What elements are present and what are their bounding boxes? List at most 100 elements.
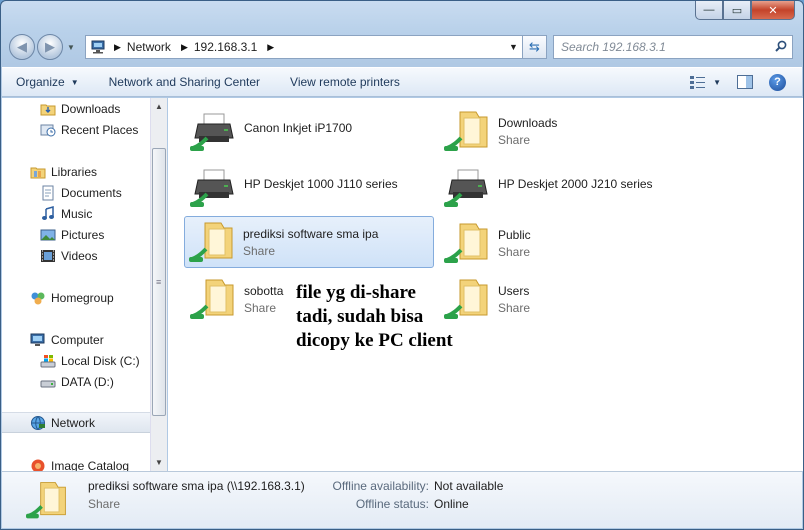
item-type: Share bbox=[498, 132, 531, 147]
item-canon-printer[interactable]: Canon Inkjet iP1700 bbox=[185, 106, 433, 156]
preview-pane-button[interactable] bbox=[737, 75, 753, 89]
breadcrumb-separator[interactable]: ▶ bbox=[181, 42, 188, 53]
offline-status-value: Online bbox=[434, 497, 469, 511]
sidebar-item-label: Network bbox=[51, 415, 96, 430]
explorer-window: — ▭ ✕ ◀ ▶ ▼ ▶ Network ▶ 192.168.3.1 ▶ ▼ … bbox=[0, 0, 804, 530]
homegroup-icon bbox=[30, 290, 46, 306]
item-users-share[interactable]: Users Share bbox=[439, 274, 687, 324]
address-dropdown[interactable]: ▼ bbox=[504, 42, 522, 52]
scroll-thumb[interactable]: ≡ bbox=[152, 148, 166, 416]
sidebar-item-music[interactable]: Music bbox=[2, 203, 150, 224]
command-bar: Organize ▼ Network and Sharing Center Vie… bbox=[2, 67, 802, 97]
image-catalog-icon bbox=[30, 458, 46, 471]
shared-folder-icon bbox=[444, 108, 492, 154]
item-text: HP Deskjet 1000 J110 series bbox=[244, 177, 398, 191]
sidebar-item-label: Local Disk (C:) bbox=[61, 353, 140, 368]
item-text: Users Share bbox=[498, 284, 530, 315]
sidebar-item-downloads[interactable]: Downloads bbox=[2, 98, 150, 119]
toolbar-right: ▼ ? bbox=[689, 73, 802, 91]
item-public-share[interactable]: Public Share bbox=[439, 218, 687, 268]
sidebar-item-label: DATA (D:) bbox=[61, 374, 114, 389]
details-item-type: Share bbox=[88, 497, 121, 511]
back-button[interactable]: ◀ bbox=[9, 34, 35, 60]
change-view-button[interactable]: ▼ bbox=[689, 75, 721, 89]
item-prediksi-share[interactable]: prediksi software sma ipa Share bbox=[184, 216, 434, 268]
sidebar-item-label: Image Catalog bbox=[51, 458, 130, 472]
sidebar-item-homegroup[interactable]: Homegroup bbox=[2, 287, 150, 308]
search-box[interactable]: Search 192.168.3.1 bbox=[553, 35, 793, 59]
sidebar-scrollbar[interactable]: ▲ ≡ ▼ bbox=[150, 98, 167, 471]
item-type: Share bbox=[243, 243, 276, 258]
item-text: Public Share bbox=[498, 228, 531, 259]
offline-status-label: Offline status: bbox=[355, 497, 429, 511]
search-icon[interactable] bbox=[770, 40, 792, 55]
item-name: HP Deskjet 1000 J110 series bbox=[244, 177, 398, 191]
organize-button[interactable]: Organize ▼ bbox=[16, 75, 79, 89]
shared-folder-icon bbox=[189, 219, 237, 265]
sidebar-item-pictures[interactable]: Pictures bbox=[2, 224, 150, 245]
view-remote-printers-button[interactable]: View remote printers bbox=[290, 75, 400, 89]
maximize-button[interactable]: ▭ bbox=[723, 1, 751, 20]
pictures-icon bbox=[40, 227, 56, 243]
sidebar-item-computer[interactable]: Computer bbox=[2, 329, 150, 350]
sidebar-item-label: Documents bbox=[61, 185, 122, 200]
offline-availability-value: Not available bbox=[434, 479, 504, 493]
folder-icon bbox=[40, 101, 56, 117]
item-name: Users bbox=[498, 283, 530, 298]
sidebar-item-label: Homegroup bbox=[51, 290, 114, 305]
drive-icon bbox=[40, 374, 56, 390]
sidebar-item-label: Recent Places bbox=[61, 122, 139, 137]
sidebar-item-documents[interactable]: Documents bbox=[2, 182, 150, 203]
item-text: sobotta Share bbox=[244, 284, 283, 315]
view-list-icon bbox=[690, 76, 706, 89]
minimize-button[interactable]: — bbox=[695, 1, 723, 20]
help-icon[interactable]: ? bbox=[769, 73, 786, 91]
sidebar-item-recent-places[interactable]: Recent Places bbox=[2, 119, 150, 140]
refresh-icon: ⇆ bbox=[529, 39, 540, 54]
sidebar-item-videos[interactable]: Videos bbox=[2, 245, 150, 266]
computer-icon bbox=[30, 332, 46, 348]
item-type: Share bbox=[498, 300, 531, 315]
sidebar-item-image-catalog[interactable]: Image Catalog bbox=[2, 455, 150, 471]
network-printer-icon bbox=[190, 164, 238, 210]
item-hp-1000-printer[interactable]: HP Deskjet 1000 J110 series bbox=[185, 162, 433, 212]
libraries-icon bbox=[30, 164, 46, 180]
breadcrumb-separator[interactable]: ▶ bbox=[114, 42, 121, 53]
network-printer-icon bbox=[190, 108, 238, 154]
item-type: Share bbox=[244, 300, 277, 315]
network-printer-icon bbox=[444, 164, 492, 210]
item-hp-2000-printer[interactable]: HP Deskjet 2000 J210 series bbox=[439, 162, 687, 212]
annotation-text: file yg di-share tadi, sudah bisa dicopy… bbox=[296, 282, 453, 351]
recent-pages-dropdown[interactable]: ▼ bbox=[67, 43, 79, 52]
item-downloads-share[interactable]: Downloads Share bbox=[439, 106, 687, 156]
close-button[interactable]: ✕ bbox=[751, 1, 795, 20]
search-placeholder: Search 192.168.3.1 bbox=[561, 40, 666, 54]
shared-folder-icon bbox=[444, 220, 492, 266]
refresh-button[interactable]: ⇆ bbox=[523, 35, 547, 59]
caption-buttons: — ▭ ✕ bbox=[695, 1, 795, 20]
back-arrow-icon: ◀ bbox=[17, 39, 27, 54]
breadcrumb-separator[interactable]: ▶ bbox=[267, 42, 274, 53]
recent-places-icon bbox=[40, 122, 56, 138]
scroll-up-button[interactable]: ▲ bbox=[151, 98, 167, 115]
sidebar-item-local-disk[interactable]: Local Disk (C:) bbox=[2, 350, 150, 371]
scroll-down-button[interactable]: ▼ bbox=[151, 454, 167, 471]
sidebar-item-label: Libraries bbox=[51, 164, 98, 179]
item-name: Public bbox=[498, 227, 531, 242]
forward-arrow-icon: ▶ bbox=[45, 39, 55, 54]
breadcrumb-network[interactable]: Network bbox=[127, 40, 171, 54]
item-text: Canon Inkjet iP1700 bbox=[244, 121, 352, 135]
file-list: Canon Inkjet iP1700 Downloads Share HP D… bbox=[168, 98, 803, 471]
item-sobotta-share[interactable]: sobotta Share bbox=[185, 274, 285, 324]
sidebar-item-libraries[interactable]: Libraries bbox=[2, 161, 150, 182]
address-bar[interactable]: ▶ Network ▶ 192.168.3.1 ▶ ▼ bbox=[85, 35, 523, 59]
network-sharing-center-button[interactable]: Network and Sharing Center bbox=[109, 75, 260, 89]
forward-button[interactable]: ▶ bbox=[37, 34, 63, 60]
details-pane: prediksi software sma ipa (\\192.168.3.1… bbox=[2, 471, 802, 528]
breadcrumb-host[interactable]: 192.168.3.1 bbox=[194, 40, 257, 54]
item-name: prediksi software sma ipa bbox=[243, 226, 379, 241]
sidebar-item-data-drive[interactable]: DATA (D:) bbox=[2, 371, 150, 392]
sidebar-item-network[interactable]: Network bbox=[2, 412, 150, 433]
videos-icon bbox=[40, 248, 56, 264]
network-icon bbox=[30, 415, 46, 431]
